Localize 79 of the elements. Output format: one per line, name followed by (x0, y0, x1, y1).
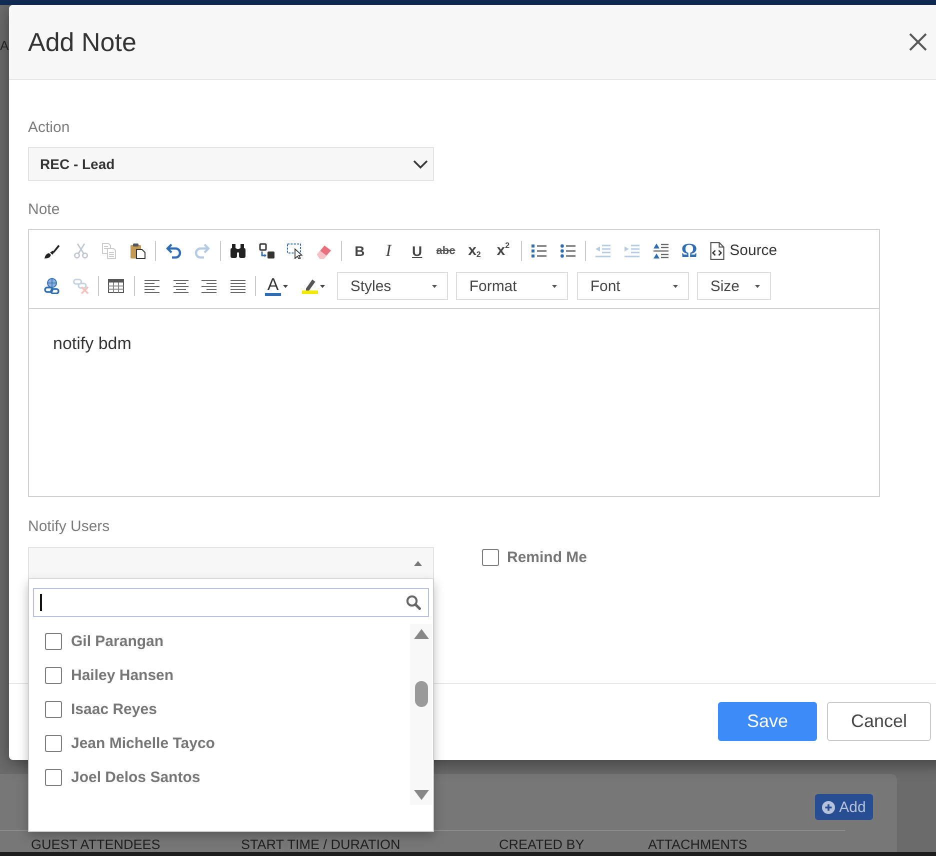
select-all-icon (287, 243, 304, 259)
redo-arrow-icon (194, 243, 210, 259)
column-header: ATTACHMENTS (648, 838, 748, 852)
checkbox[interactable] (45, 700, 62, 718)
plus-circle-icon (822, 800, 836, 814)
add-button[interactable]: Add (815, 794, 873, 820)
table-icon (108, 278, 124, 294)
column-header: START TIME / DURATION (241, 838, 400, 852)
source-code-icon (708, 242, 726, 260)
source-button[interactable]: Source (704, 238, 782, 264)
paintbrush-icon (44, 243, 60, 259)
font-dropdown[interactable]: Font (577, 272, 690, 300)
replace-icon (258, 243, 275, 259)
user-name[interactable]: Hailey Hansen (71, 666, 174, 684)
note-text-area[interactable]: notify bdm (29, 309, 879, 496)
note-label: Note (28, 201, 60, 219)
eraser-icon (316, 243, 332, 259)
binoculars-icon (230, 243, 246, 259)
chevron-down-icon (413, 160, 428, 168)
caret-icon (282, 284, 288, 288)
user-name[interactable]: Joel Delos Santos (71, 768, 200, 786)
styles-dropdown[interactable]: Styles (337, 272, 448, 300)
italic-button[interactable]: I (374, 238, 403, 264)
scrollbar-thumb[interactable] (414, 681, 428, 707)
checkbox[interactable] (45, 632, 62, 650)
bulleted-list-icon (560, 243, 576, 259)
caret-icon (673, 284, 678, 288)
column-header: CREATED BY (499, 838, 584, 852)
align-justify-icon (230, 278, 246, 294)
superscript-button[interactable]: x$^{2}$ (488, 238, 518, 264)
size-dropdown[interactable]: Size (697, 272, 772, 300)
user-name[interactable]: Gil Parangan (71, 632, 164, 650)
scroll-down-arrow-icon (414, 790, 428, 800)
numbered-list-icon (530, 243, 547, 259)
search-icon (406, 595, 421, 610)
highlighter-icon (302, 278, 318, 294)
align-right-icon (201, 278, 218, 294)
action-label: Action (28, 119, 70, 137)
action-select[interactable]: REC - Lead (28, 147, 434, 181)
copy-icon (101, 243, 118, 259)
scissors-icon (72, 243, 89, 259)
align-left-icon (144, 278, 160, 294)
checkbox[interactable] (482, 548, 499, 566)
text-lines-icon (652, 243, 669, 259)
indent-icon (624, 243, 640, 259)
dialog-title: Add Note (28, 26, 136, 58)
bold-button[interactable]: B (345, 238, 374, 264)
user-search-field[interactable] (33, 588, 429, 617)
checkbox[interactable] (45, 666, 62, 684)
text-cursor (40, 594, 42, 611)
page-heading-text: A (0, 38, 9, 54)
underline-button[interactable]: U (402, 238, 432, 264)
checkbox[interactable] (45, 734, 62, 752)
outdent-icon (595, 243, 612, 259)
checkbox[interactable] (45, 768, 62, 786)
user-name[interactable]: Jean Michelle Tayco (71, 734, 215, 752)
align-center-icon (172, 278, 189, 294)
caret-icon (432, 284, 438, 288)
clipboard-icon (130, 243, 146, 259)
strikethrough-button[interactable]: abc (431, 238, 460, 264)
close-button[interactable] (908, 32, 928, 52)
scroll-up-arrow-icon (414, 629, 428, 639)
caret-icon (552, 284, 558, 288)
user-name[interactable]: Isaac Reyes (71, 700, 157, 718)
notify-users-label: Notify Users (28, 518, 110, 536)
special-character-button[interactable]: Ω (674, 238, 704, 264)
caret-icon (755, 284, 760, 288)
close-icon (909, 33, 927, 51)
format-dropdown[interactable]: Format (456, 272, 568, 300)
globe-link-icon (44, 278, 60, 294)
subscript-button[interactable]: x$_{2}$ (460, 238, 489, 264)
caret-icon (320, 284, 326, 288)
unlink-icon (72, 278, 89, 294)
remind-me-label[interactable]: Remind Me (507, 548, 588, 566)
column-header: GUEST ATTENDEES (31, 838, 160, 852)
caret-up-icon (414, 560, 422, 566)
cancel-button[interactable]: Cancel (827, 702, 931, 741)
undo-arrow-icon (166, 243, 182, 259)
text-color-button[interactable]: A (259, 273, 296, 299)
